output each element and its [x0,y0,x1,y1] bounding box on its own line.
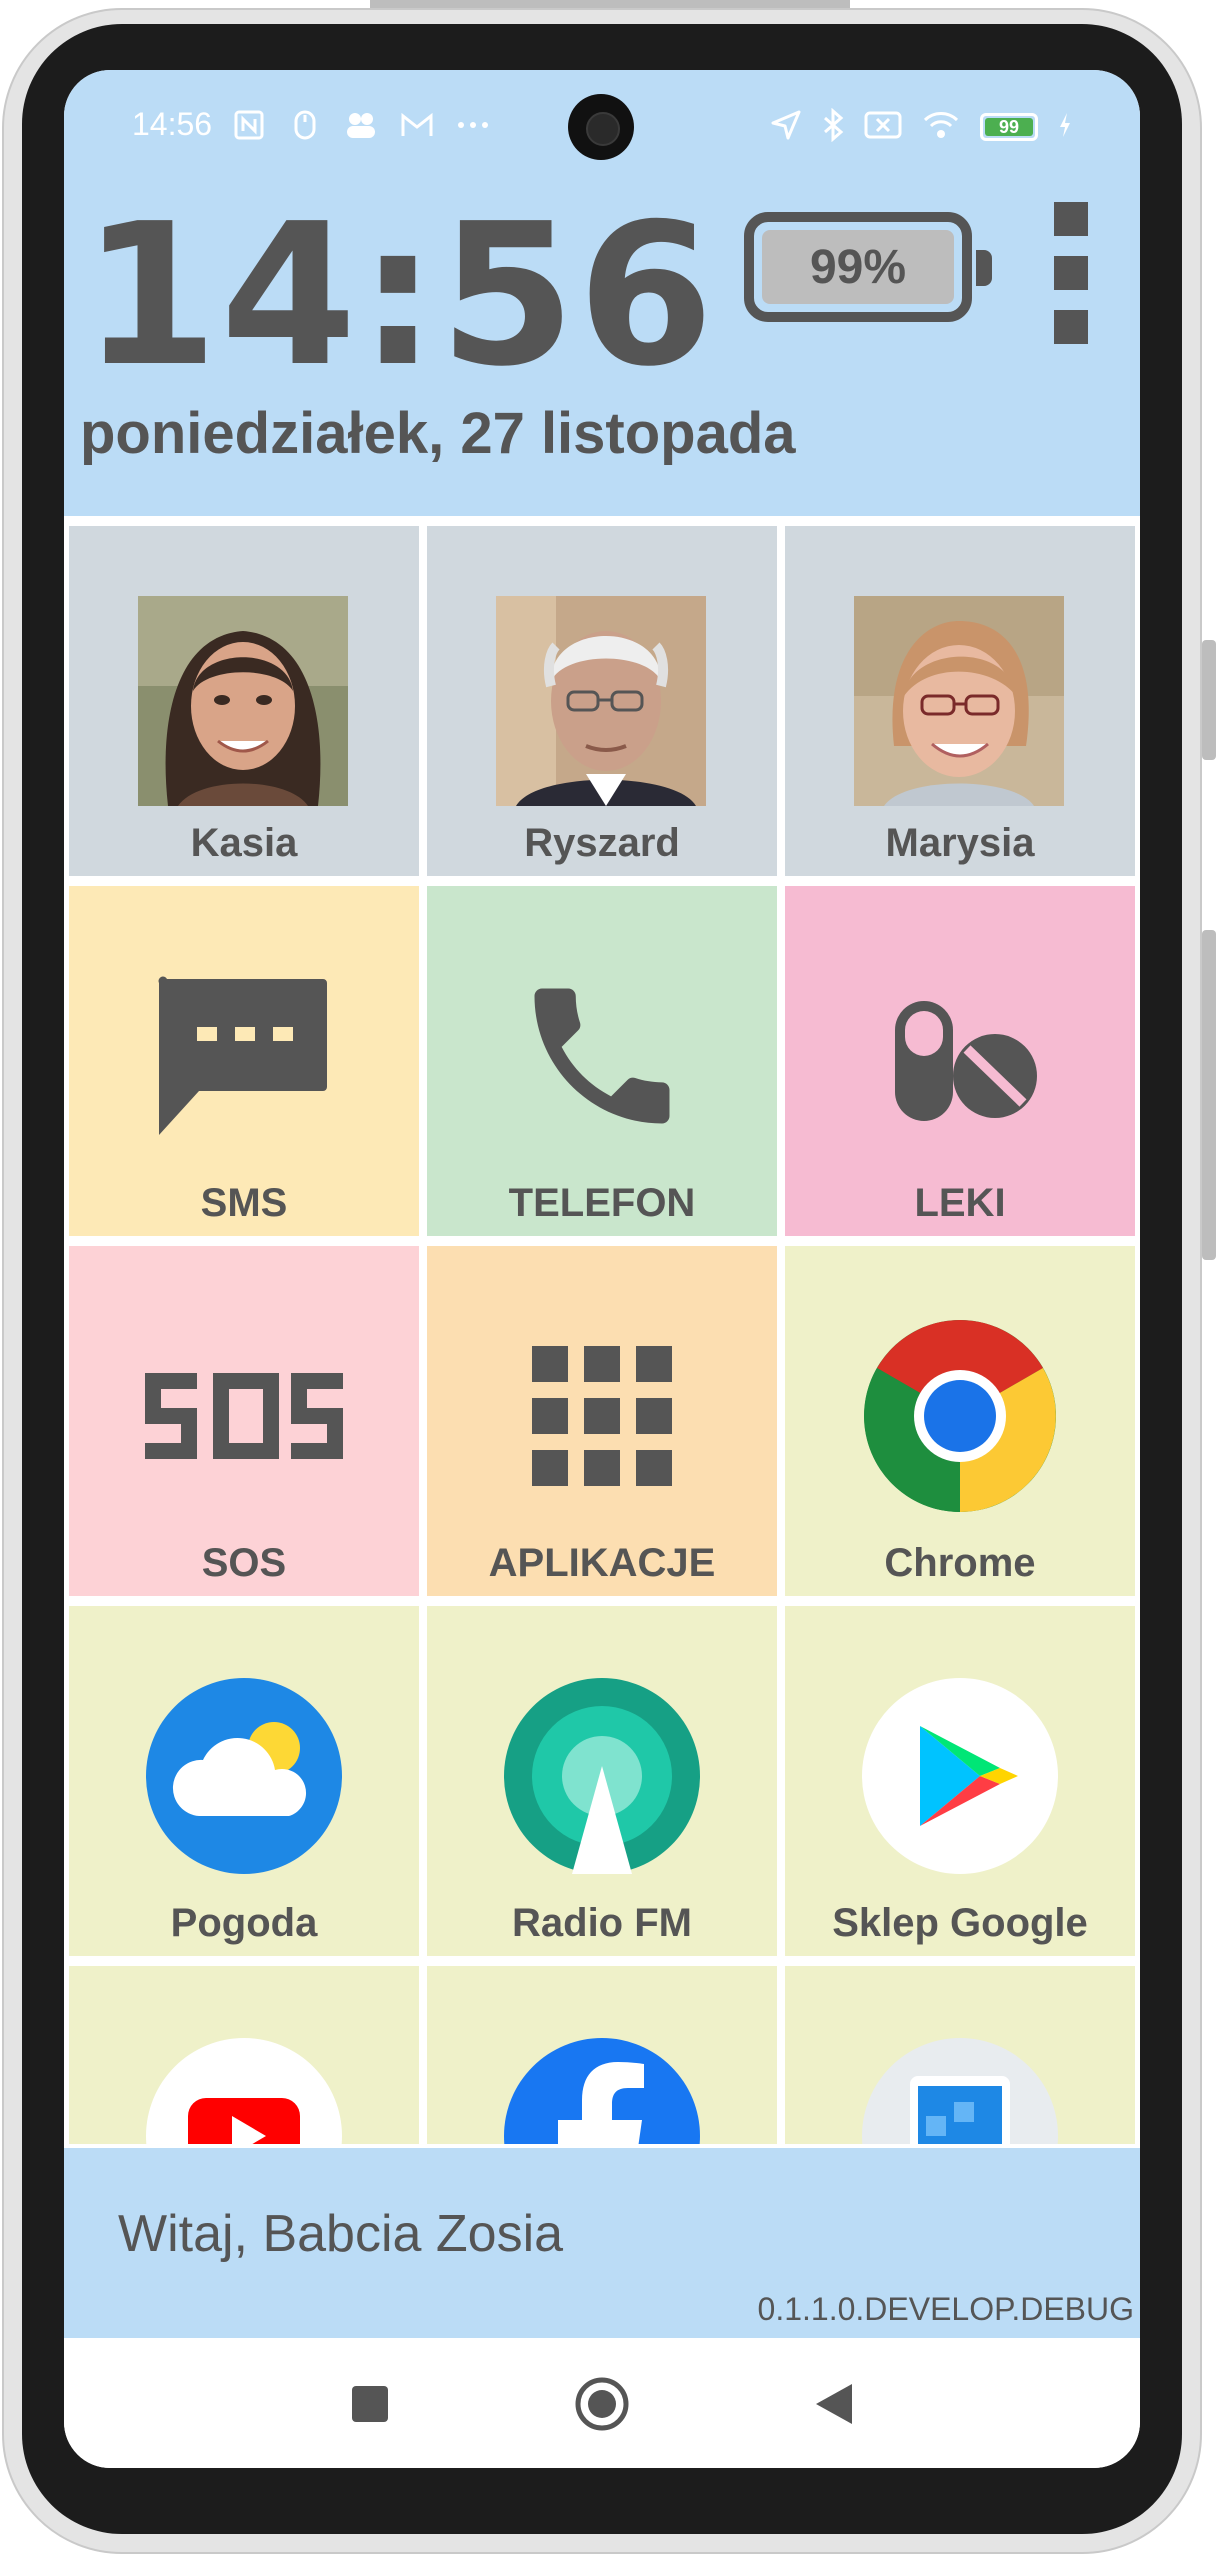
tile-grid: Kasia Ryszard Marysia SMS TELEFON LEKI S… [64,526,1140,2144]
pills-icon [785,946,1135,1166]
sim-off-icon [864,110,902,144]
wifi-icon [922,110,960,144]
menu-button[interactable] [1054,202,1094,344]
app-icon [785,2026,1135,2144]
front-camera [568,94,634,160]
volume-button [1202,640,1216,760]
tile-label: Radio FM [512,1901,692,1945]
contact-tile-ryszard[interactable]: Ryszard [427,526,777,876]
charging-icon [1058,112,1072,142]
tile-label: LEKI [914,1181,1006,1225]
status-right-icons: 99 [770,107,1072,146]
youtube-icon [69,2026,419,2144]
chrome-tile[interactable]: Chrome [785,1246,1135,1596]
status-time: 14:56 [132,106,213,142]
status-left-icons [232,108,490,142]
power-button [1202,930,1216,1260]
tile-label: Pogoda [170,1901,318,1945]
tile-label: Ryszard [524,821,680,865]
battery-icon: 99 [980,113,1038,141]
gmail-icon [400,108,434,142]
tile-label: Chrome [884,1541,1036,1585]
radio-icon [427,1666,777,1886]
avatar [854,596,1064,806]
radio-tile[interactable]: Radio FM [427,1606,777,1956]
header: 14:56 99 14:56 poniedziałek, 27 listopad… [64,70,1140,516]
youtube-tile[interactable] [69,1966,419,2144]
sms-tile[interactable]: SMS [69,886,419,1236]
sos-tile[interactable]: SOS [69,1246,419,1596]
clock: 14:56 [82,182,716,410]
date-label: poniedziałek, 27 listopada [80,401,796,466]
battery-indicator: 99% [744,212,992,322]
contact-tile-kasia[interactable]: Kasia [69,526,419,876]
chrome-icon [785,1306,1135,1526]
sms-icon [69,946,419,1166]
nfc-icon [232,108,266,142]
tile-label: SMS [200,1181,288,1225]
version-label: 0.1.1.0.DEVELOP.DEBUG [757,2291,1134,2327]
people-icon [344,108,378,142]
contact-tile-marysia[interactable]: Marysia [785,526,1135,876]
battery-percent: 99% [809,240,907,294]
greeting-text: Witaj, Babcia Zosia [118,2205,564,2263]
tile-label: SOS [201,1541,287,1585]
tile-label: Marysia [885,821,1035,865]
apps-grid-icon [427,1306,777,1526]
avatar [496,596,706,806]
phone-icon [427,946,777,1166]
tile-label: APLIKACJE [488,1541,716,1585]
avatar [138,596,348,806]
tile-label: Kasia [190,821,298,865]
mouse-icon [288,108,322,142]
weather-icon [69,1666,419,1886]
meds-tile[interactable]: LEKI [785,886,1135,1236]
phone-device: 14:56 99 14:56 poniedziałek, 27 listopad… [0,0,1216,2562]
play-store-tile[interactable]: Sklep Google [785,1606,1135,1956]
tile-label: Sklep Google [832,1901,1088,1945]
facebook-tile[interactable] [427,1966,777,2144]
footer: Witaj, Babcia Zosia 0.1.1.0.DEVELOP.DEBU… [64,2148,1140,2338]
play-store-icon [785,1666,1135,1886]
tile-label: TELEFON [508,1181,696,1225]
more-dots-icon [456,108,490,142]
apps-tile[interactable]: APLIKACJE [427,1246,777,1596]
location-icon [770,109,802,145]
bluetooth-icon [822,107,844,146]
screen: 14:56 99 14:56 poniedziałek, 27 listopad… [64,70,1140,2468]
navigation-bar [64,2338,1140,2468]
weather-tile[interactable]: Pogoda [69,1606,419,1956]
phone-tile[interactable]: TELEFON [427,886,777,1236]
sos-icon [69,1306,419,1526]
home-button[interactable] [574,2376,630,2432]
facebook-icon [427,2026,777,2144]
app-tile[interactable] [785,1966,1135,2144]
back-button[interactable] [806,2376,862,2432]
recents-button[interactable] [342,2376,398,2432]
